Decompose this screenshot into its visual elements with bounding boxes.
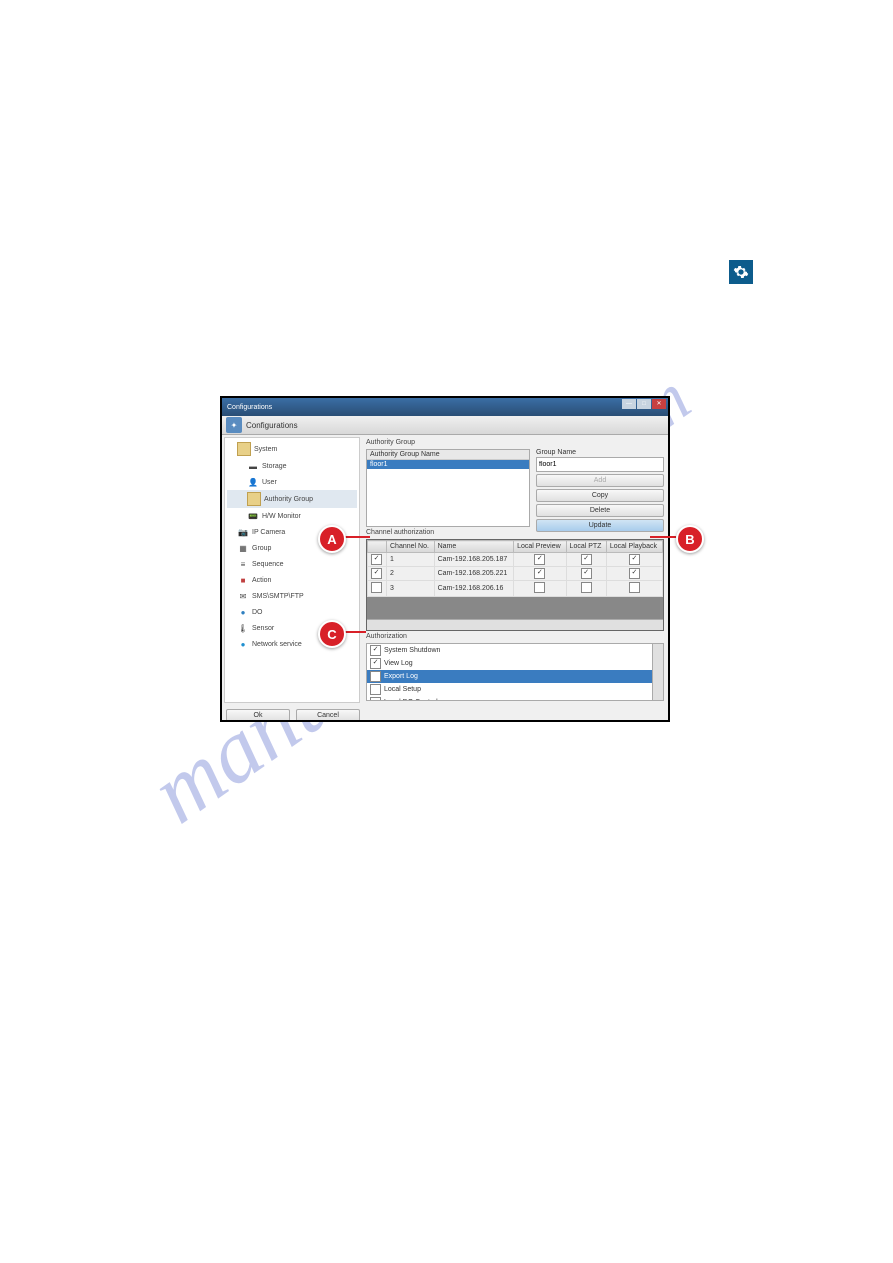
list-header: Authority Group Name bbox=[367, 450, 529, 460]
sidebar-item-do[interactable]: ●DO bbox=[227, 604, 357, 620]
sensor-icon: 🌡 bbox=[237, 622, 249, 634]
table-row[interactable]: ✓ 2 Cam-192.168.205.221 ✓ ✓ ✓ bbox=[368, 567, 663, 581]
config-window: Configurations — □ ✕ ✦ Configurations Sy… bbox=[220, 396, 670, 722]
callout-line bbox=[344, 536, 370, 538]
list-item[interactable]: ✓System Shutdown bbox=[367, 644, 663, 657]
authorization-label: Authorization bbox=[366, 633, 664, 640]
list-item[interactable]: Local Setup bbox=[367, 683, 663, 696]
checkbox[interactable] bbox=[581, 582, 592, 593]
group-name-label: Group Name bbox=[536, 449, 664, 456]
sidebar-tree: System ▬Storage 👤User Authority Group 📟H… bbox=[224, 437, 360, 703]
monitor-icon: 📟 bbox=[247, 510, 259, 522]
horizontal-scrollbar[interactable] bbox=[367, 619, 663, 630]
window-title: Configurations bbox=[227, 404, 272, 411]
checkbox[interactable]: ✓ bbox=[581, 554, 592, 565]
close-button[interactable]: ✕ bbox=[652, 399, 666, 409]
checkbox[interactable] bbox=[370, 684, 381, 695]
authority-group-label: Authority Group bbox=[366, 439, 664, 446]
list-item[interactable]: ✓View Log bbox=[367, 657, 663, 670]
checkbox[interactable] bbox=[629, 582, 640, 593]
globe-icon: ● bbox=[237, 638, 249, 650]
channel-auth-label: Channel authorization bbox=[366, 529, 664, 536]
ok-button[interactable]: Ok bbox=[226, 709, 290, 722]
checkbox[interactable] bbox=[534, 582, 545, 593]
group2-icon: ▦ bbox=[237, 542, 249, 554]
action-icon: ■ bbox=[237, 574, 249, 586]
sidebar-item-authority-group[interactable]: Authority Group bbox=[227, 490, 357, 508]
folder-icon bbox=[237, 442, 251, 456]
callout-line bbox=[650, 536, 676, 538]
list-item[interactable]: floor1 bbox=[367, 460, 529, 469]
sidebar-item-storage[interactable]: ▬Storage bbox=[227, 458, 357, 474]
toolbar-label: Configurations bbox=[246, 421, 298, 430]
config-icon: ✦ bbox=[226, 417, 242, 433]
do-icon: ● bbox=[237, 606, 249, 618]
checkbox[interactable]: ✓ bbox=[370, 645, 381, 656]
gear-icon bbox=[729, 260, 753, 284]
sequence-icon: ≡ bbox=[237, 558, 249, 570]
checkbox[interactable]: ✓ bbox=[370, 671, 381, 682]
checkbox[interactable]: ✓ bbox=[534, 568, 545, 579]
callout-c: C bbox=[318, 620, 346, 648]
group-icon bbox=[247, 492, 261, 506]
table-row[interactable]: ✓ 1 Cam-192.168.205.187 ✓ ✓ ✓ bbox=[368, 553, 663, 567]
sidebar-item-sequence[interactable]: ≡Sequence bbox=[227, 556, 357, 572]
checkbox[interactable]: ✓ bbox=[629, 568, 640, 579]
checkbox[interactable]: ✓ bbox=[581, 568, 592, 579]
copy-button[interactable]: Copy bbox=[536, 489, 664, 502]
checkbox[interactable]: ✓ bbox=[629, 554, 640, 565]
table-header-row: Channel No. Name Local Preview Local PTZ… bbox=[368, 541, 663, 553]
mail-icon: ✉ bbox=[237, 590, 249, 602]
delete-button[interactable]: Delete bbox=[536, 504, 664, 517]
checkbox[interactable]: ✓ bbox=[534, 554, 545, 565]
checkbox[interactable]: ✓ bbox=[371, 568, 382, 579]
maximize-button[interactable]: □ bbox=[637, 399, 651, 409]
checkbox[interactable]: ✓ bbox=[371, 554, 382, 565]
window-titlebar: Configurations — □ ✕ bbox=[222, 398, 668, 416]
checkbox[interactable] bbox=[370, 697, 381, 701]
callout-line bbox=[344, 631, 366, 633]
toolbar: ✦ Configurations bbox=[222, 416, 668, 435]
callout-a: A bbox=[318, 525, 346, 553]
disk-icon: ▬ bbox=[247, 460, 259, 472]
add-button[interactable]: Add bbox=[536, 474, 664, 487]
list-item[interactable]: Local DO Control bbox=[367, 696, 663, 701]
cancel-button[interactable]: Cancel bbox=[296, 709, 360, 722]
sidebar-item-sms-smtp-ftp[interactable]: ✉SMS\SMTP\FTP bbox=[227, 588, 357, 604]
sidebar-item-user[interactable]: 👤User bbox=[227, 474, 357, 490]
sidebar-item-system[interactable]: System bbox=[227, 440, 357, 458]
dialog-buttons: Ok Cancel bbox=[222, 705, 668, 722]
camera-icon: 📷 bbox=[237, 526, 249, 538]
list-item[interactable]: ✓Export Log bbox=[367, 670, 663, 683]
sidebar-item-hw-monitor[interactable]: 📟H/W Monitor bbox=[227, 508, 357, 524]
sidebar-item-action[interactable]: ■Action bbox=[227, 572, 357, 588]
callout-b: B bbox=[676, 525, 704, 553]
authority-group-list[interactable]: Authority Group Name floor1 bbox=[366, 449, 530, 527]
channel-table: Channel No. Name Local Preview Local PTZ… bbox=[366, 539, 664, 631]
group-name-field[interactable] bbox=[536, 457, 664, 472]
user-icon: 👤 bbox=[247, 476, 259, 488]
authorization-list: ✓System Shutdown ✓View Log ✓Export Log L… bbox=[366, 643, 664, 701]
checkbox[interactable] bbox=[371, 582, 382, 593]
vertical-scrollbar[interactable] bbox=[652, 644, 663, 700]
minimize-button[interactable]: — bbox=[622, 399, 636, 409]
table-row[interactable]: 3 Cam-192.168.206.16 bbox=[368, 581, 663, 597]
checkbox[interactable]: ✓ bbox=[370, 658, 381, 669]
